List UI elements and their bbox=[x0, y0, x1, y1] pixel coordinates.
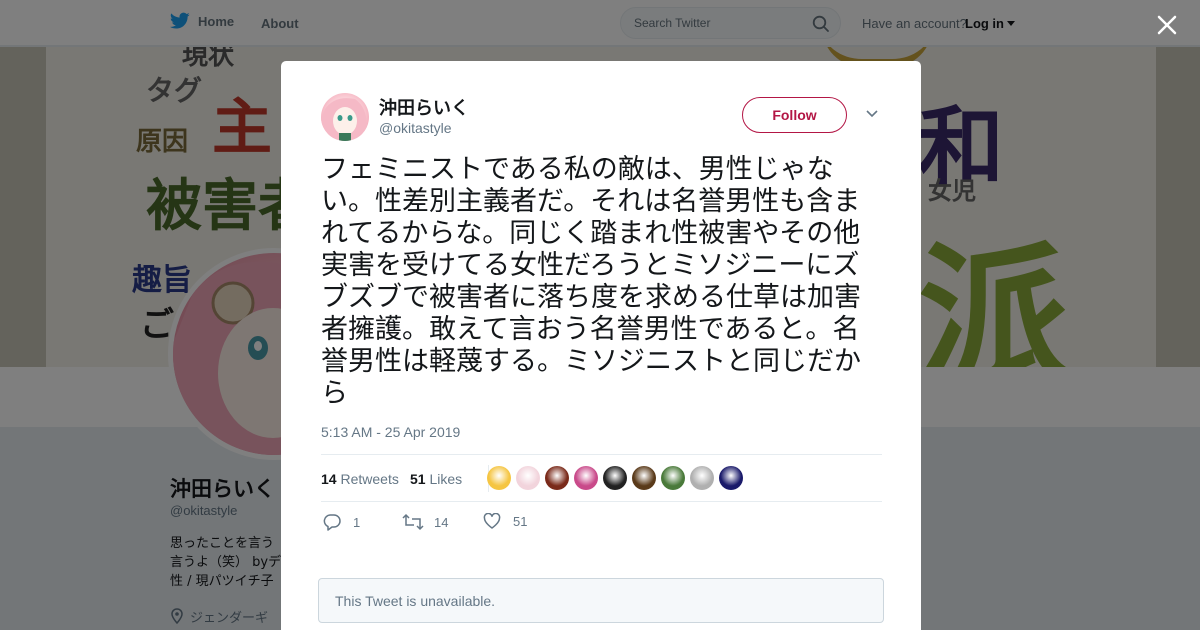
retweet-icon bbox=[402, 513, 424, 531]
liker-avatar[interactable] bbox=[603, 466, 627, 490]
tweet-actions: 1 14 51 bbox=[321, 513, 882, 537]
likes-label: Likes bbox=[429, 471, 463, 487]
close-icon[interactable] bbox=[1156, 14, 1178, 36]
author-handle[interactable]: @okitastyle bbox=[379, 120, 452, 136]
reply-button[interactable]: 1 bbox=[323, 513, 360, 531]
liker-avatar[interactable] bbox=[545, 466, 569, 490]
like-button[interactable]: 51 bbox=[483, 513, 527, 529]
tweet-text: フェミニストである私の敵は、男性じゃない。性差別主義者だ。それは名誉男性も含まれ… bbox=[321, 154, 861, 409]
retweet-button[interactable]: 14 bbox=[402, 513, 448, 531]
likes-count: 51 bbox=[410, 471, 426, 487]
tweet-stats: 14 Retweets 51 Likes bbox=[321, 454, 882, 502]
author-name[interactable]: 沖田らいく bbox=[379, 94, 469, 120]
liker-avatar[interactable] bbox=[661, 466, 685, 490]
retweet-count: 14 bbox=[434, 514, 449, 530]
quoted-tweet-unavailable: This Tweet is unavailable. bbox=[318, 578, 884, 623]
like-count: 51 bbox=[513, 513, 528, 529]
chevron-down-icon[interactable] bbox=[865, 109, 879, 119]
follow-button[interactable]: Follow bbox=[742, 97, 847, 133]
tweet-modal: 沖田らいく @okitastyle Follow フェミニストである私の敵は、男… bbox=[281, 61, 921, 630]
liker-avatar[interactable] bbox=[516, 466, 540, 490]
retweets-count: 14 bbox=[321, 471, 337, 487]
author-avatar[interactable] bbox=[321, 93, 369, 141]
reply-icon bbox=[323, 514, 341, 531]
heart-icon bbox=[483, 513, 501, 529]
liker-avatar[interactable] bbox=[487, 466, 511, 490]
liker-avatar[interactable] bbox=[574, 466, 598, 490]
liker-avatar[interactable] bbox=[719, 466, 743, 490]
retweets-label: Retweets bbox=[340, 471, 399, 487]
reply-count: 1 bbox=[353, 514, 361, 530]
liker-avatar[interactable] bbox=[690, 466, 714, 490]
likes-stat[interactable]: 51 Likes bbox=[410, 471, 462, 487]
retweets-stat[interactable]: 14 Retweets bbox=[321, 471, 399, 487]
liker-avatar[interactable] bbox=[632, 466, 656, 490]
tweet-timestamp[interactable]: 5:13 AM - 25 Apr 2019 bbox=[321, 424, 460, 440]
author-avatar-illustration bbox=[321, 98, 367, 141]
